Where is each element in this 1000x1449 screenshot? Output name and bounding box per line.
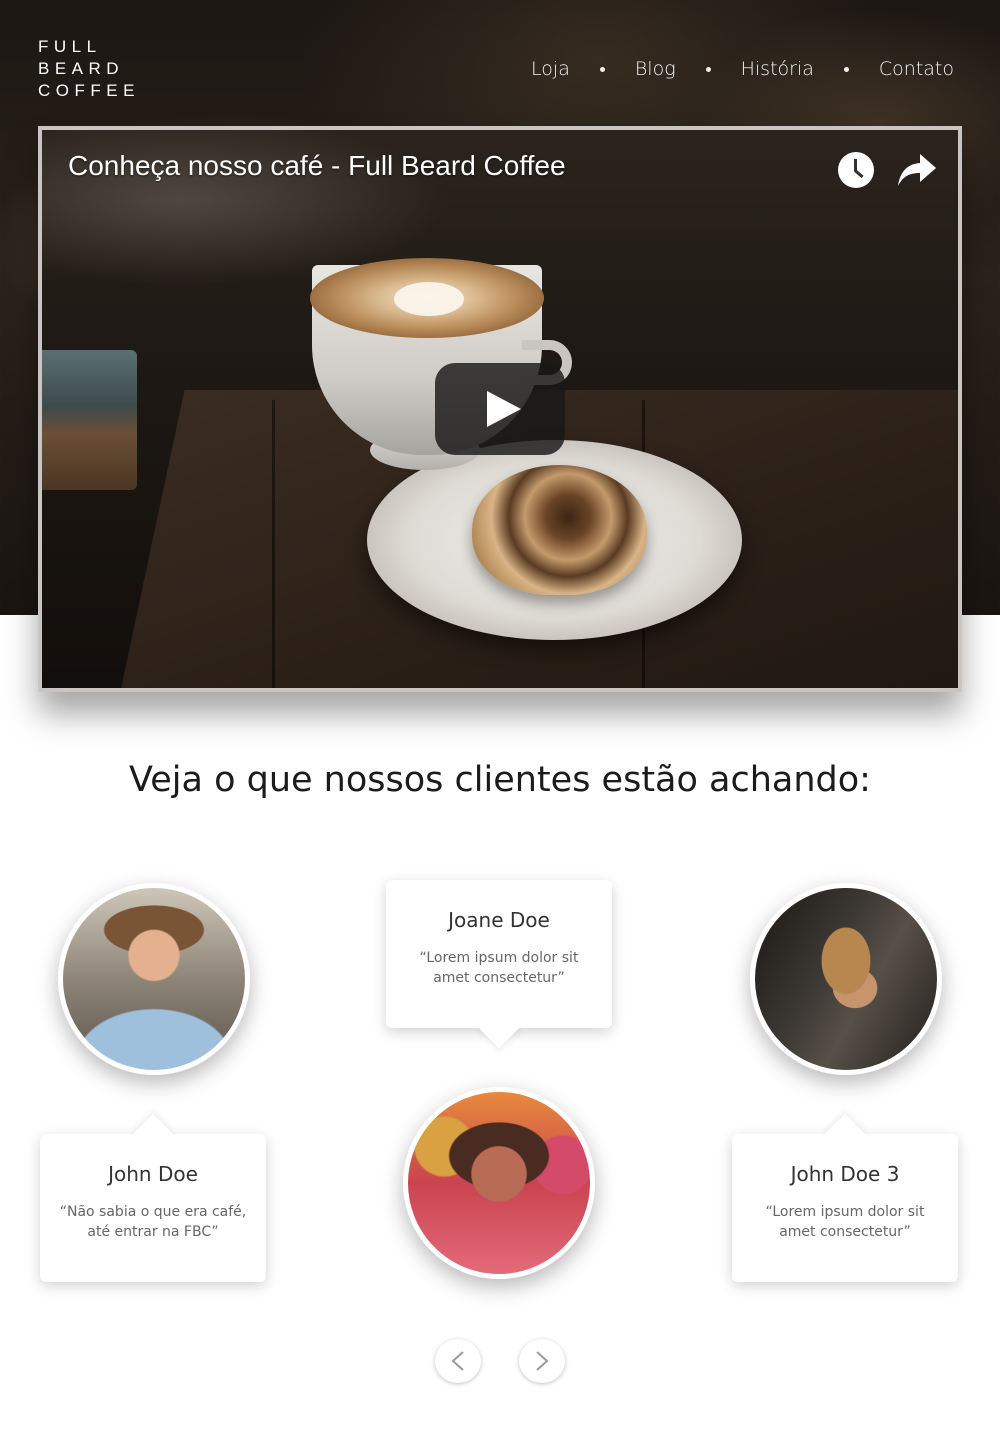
logo-line-1: FULL bbox=[38, 37, 102, 56]
bubble-pointer bbox=[131, 1113, 175, 1157]
testimonial-name: John Doe 3 bbox=[790, 1162, 900, 1186]
testimonials-heading: Veja o que nossos clientes estão achando… bbox=[129, 760, 871, 800]
thumbnail-book bbox=[42, 350, 137, 490]
testimonial-card: Joane Doe “Lorem ipsum dolor sit amet co… bbox=[386, 880, 612, 1049]
testimonial-name: Joane Doe bbox=[448, 908, 550, 932]
video-player[interactable]: Conheça nosso café - Full Beard Coffee bbox=[38, 126, 962, 692]
chevron-right-icon bbox=[536, 1351, 549, 1371]
testimonial-card: John Doe 3 “Lorem ipsum dolor sit amet c… bbox=[732, 1113, 958, 1282]
testimonial-quote: “Não sabia o que era café, até entrar na… bbox=[59, 1204, 247, 1240]
thumbnail-plank bbox=[272, 400, 275, 688]
testimonial-quote: “Lorem ipsum dolor sit amet consectetur” bbox=[765, 1204, 925, 1240]
thumbnail-cinnamon-roll bbox=[472, 465, 647, 595]
avatar-joane-doe bbox=[403, 1087, 595, 1279]
carousel-next-button[interactable] bbox=[519, 1339, 565, 1383]
testimonial-card: John Doe “Não sabia o que era café, até … bbox=[40, 1113, 266, 1282]
nav-item-historia[interactable]: História bbox=[741, 58, 814, 80]
nav-separator bbox=[599, 66, 605, 72]
logo-line-3: COFFEE bbox=[38, 81, 140, 100]
avatar-john-doe-3 bbox=[750, 883, 942, 1075]
nav-item-blog[interactable]: Blog bbox=[635, 58, 676, 80]
avatar-john-doe bbox=[58, 883, 250, 1075]
carousel-prev-button[interactable] bbox=[435, 1339, 481, 1383]
video-title[interactable]: Conheça nosso café - Full Beard Coffee bbox=[68, 150, 566, 182]
play-button[interactable] bbox=[435, 363, 565, 455]
chevron-left-icon bbox=[451, 1351, 464, 1371]
nav-item-loja[interactable]: Loja bbox=[531, 58, 570, 80]
bubble-pointer bbox=[823, 1113, 867, 1157]
thumbnail-latte-heart bbox=[394, 282, 464, 316]
testimonial-quote: “Lorem ipsum dolor sit amet consectetur” bbox=[419, 950, 579, 986]
main-nav: Loja Blog História Contato bbox=[531, 52, 954, 86]
bubble-pointer bbox=[477, 1005, 521, 1049]
brand-logo[interactable]: FULL BEARD COFFEE bbox=[38, 36, 148, 102]
logo-line-2: BEARD bbox=[38, 59, 125, 78]
clock-icon[interactable] bbox=[838, 152, 874, 188]
play-icon bbox=[487, 391, 521, 427]
nav-separator bbox=[843, 66, 849, 72]
nav-separator bbox=[705, 66, 711, 72]
testimonial-name: John Doe bbox=[108, 1162, 198, 1186]
share-icon[interactable] bbox=[896, 150, 938, 190]
nav-item-contato[interactable]: Contato bbox=[879, 58, 954, 80]
